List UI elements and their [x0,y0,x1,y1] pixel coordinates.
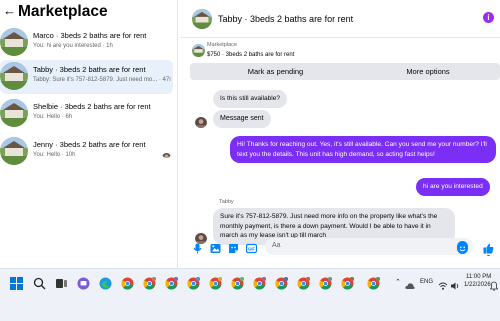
house-thumbnail-icon [192,9,212,29]
back-arrow-icon[interactable]: ← [3,4,16,18]
chrome-profile-icon[interactable] [319,276,333,290]
chrome-profile-icon[interactable] [165,276,179,290]
message-composer: GIF Aa [180,236,500,258]
chat-title[interactable]: Tabby · 3beds 2 baths are for rent [218,14,353,25]
mark-as-pending-button[interactable]: Mark as pending [190,63,361,80]
chrome-profile-icon[interactable] [187,276,201,290]
conversation-item-marco[interactable]: Marco · 3beds 2 baths are for rent You: … [0,26,173,60]
chrome-profile-icon[interactable] [341,276,355,290]
conversation-name: Shelbie · 3beds 2 baths are for rent [33,102,151,111]
clock-date[interactable]: 1/22/2026 [464,282,491,288]
conversation-name: Marco · 3beds 2 baths are for rent [33,31,147,40]
edge-browser-icon[interactable] [99,277,112,290]
thumbs-up-icon[interactable] [483,241,494,254]
chrome-profile-icon[interactable] [275,276,289,290]
listing-info: $750 · 3beds 2 baths are for rent [207,52,295,58]
house-thumbnail-icon [0,99,28,127]
message-input[interactable]: Aa [265,238,473,255]
microphone-icon[interactable] [192,241,203,254]
message-bubble-outgoing: Hi! Thanks for reaching out. Yes, it's s… [230,136,496,163]
cloud-icon[interactable] [405,278,415,289]
chevron-up-icon[interactable]: ⌃ [395,278,401,286]
conversation-list-panel: ← Marketplace Marco · 3beds 2 baths are … [0,0,178,268]
task-view-icon[interactable] [55,277,68,290]
sticker-icon[interactable] [228,241,239,253]
marketplace-title: Marketplace [18,3,108,20]
conversation-item-jenny[interactable]: Jenny · 3beds 2 baths are for rent You: … [0,135,173,169]
photo-icon[interactable] [210,241,221,253]
chrome-icon[interactable] [121,277,134,290]
gif-icon[interactable]: GIF [245,241,258,254]
conversation-item-tabby[interactable]: Tabby · 3beds 2 baths are for rent Tabby… [0,60,173,94]
conversation-preview: Tabby: Sure it's 757-812-5879. Just need… [33,77,171,83]
search-icon[interactable] [33,277,46,290]
chat-panel: Tabby · 3beds 2 baths are for rent i Mar… [180,0,500,268]
language-indicator[interactable]: ENG [420,279,433,285]
house-thumbnail-icon [192,44,205,57]
notification-bell-icon[interactable] [489,278,499,291]
chat-header: Tabby · 3beds 2 baths are for rent i [180,0,500,38]
emoji-icon[interactable] [457,241,468,254]
message-input-placeholder: Aa [272,242,281,249]
conversation-name: Tabby · 3beds 2 baths are for rent [33,65,146,74]
chrome-profile-icon[interactable] [209,276,223,290]
left-header: ← Marketplace [0,2,178,24]
clock-time[interactable]: 11:00 PM [466,274,491,280]
conversation-name: Jenny · 3beds 2 baths are for rent [33,140,146,149]
message-bubble-incoming: Is this still available? [213,90,288,108]
chrome-profile-icon[interactable] [143,276,157,290]
windows-taskbar: ⌃ ENG 11:00 PM 1/22/2026 [0,268,500,321]
chrome-profile-icon[interactable] [367,276,381,290]
sender-name-label: Tabby [219,199,234,205]
message-bubble-incoming: Message sent [213,110,271,128]
house-thumbnail-icon [0,28,28,56]
chrome-profile-icon[interactable] [297,276,311,290]
conversation-item-shelbie[interactable]: Shelbie · 3beds 2 baths are for rent You… [0,97,173,131]
message-bubble-outgoing: hi are you interested [416,178,490,196]
conversation-preview: You: hi are you interested · 1h [33,43,113,49]
windows-start-icon[interactable] [10,277,23,290]
conversation-preview: You: Hello · 10h [33,152,76,158]
chat-app-icon[interactable] [77,277,90,290]
sender-avatar-icon [195,116,207,128]
listing-label: Marketplace [207,42,237,48]
volume-icon[interactable] [450,278,460,290]
more-options-button[interactable]: More options [356,63,500,80]
house-thumbnail-icon [0,62,28,90]
chrome-profile-icon[interactable] [231,276,245,290]
wifi-icon[interactable] [438,278,448,290]
conversation-preview: You: Hello · 6h [33,114,73,120]
chrome-profile-icon[interactable] [253,276,267,290]
svg-text:GIF: GIF [248,247,255,252]
info-icon[interactable]: i [483,12,494,23]
seen-avatar-icon [162,149,171,158]
house-thumbnail-icon [0,137,28,165]
